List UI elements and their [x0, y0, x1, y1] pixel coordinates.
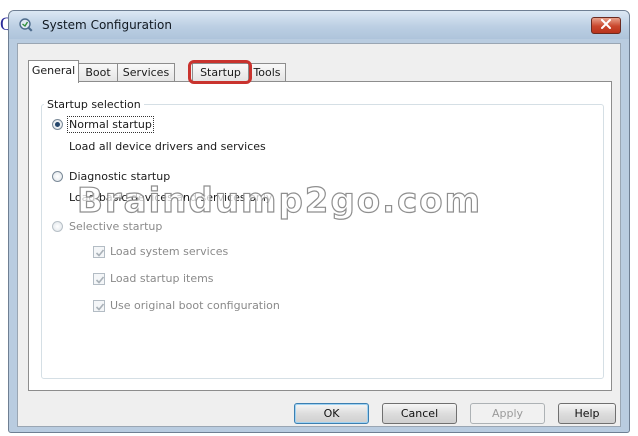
load-startup-items-label: Load startup items	[110, 272, 214, 285]
cancel-button[interactable]: Cancel	[382, 403, 457, 424]
checkbox[interactable]	[93, 299, 105, 312]
system-config-icon	[18, 17, 34, 33]
apply-button[interactable]: Apply	[470, 403, 545, 424]
checkbox[interactable]	[93, 245, 105, 258]
close-button[interactable]	[591, 17, 621, 34]
use-original-boot-config-label: Use original boot configuration	[110, 299, 280, 312]
radio-button[interactable]	[52, 171, 63, 182]
general-tab-panel: Startup selection Normal startup Load al…	[28, 81, 612, 391]
use-original-boot-config-checkbox[interactable]: Use original boot configuration	[93, 299, 280, 312]
system-configuration-window: System Configuration General Boot Servic…	[8, 10, 630, 433]
normal-startup-label: Normal startup	[67, 116, 154, 133]
load-system-services-label: Load system services	[110, 245, 229, 258]
radio-button[interactable]	[52, 221, 63, 232]
normal-startup-description: Load all device drivers and services	[69, 140, 266, 153]
selective-startup-label: Selective startup	[69, 220, 163, 233]
watermark: Braindump2go.com	[76, 180, 483, 221]
title-bar[interactable]: System Configuration	[9, 11, 629, 39]
ok-button[interactable]: OK	[294, 403, 369, 424]
startup-tab-highlight	[188, 60, 252, 84]
tab-general[interactable]: General	[28, 60, 79, 83]
selective-startup-radio[interactable]: Selective startup	[52, 220, 162, 233]
normal-startup-radio[interactable]: Normal startup	[52, 116, 154, 133]
checkbox[interactable]	[93, 272, 105, 285]
tab-tools[interactable]: Tools	[248, 63, 286, 82]
tab-boot[interactable]: Boot	[78, 63, 118, 82]
close-icon	[600, 19, 612, 32]
load-startup-items-checkbox[interactable]: Load startup items	[93, 272, 214, 285]
load-system-services-checkbox[interactable]: Load system services	[93, 245, 228, 258]
window-title: System Configuration	[42, 18, 172, 32]
group-label: Startup selection	[44, 98, 144, 111]
radio-button-selected[interactable]	[52, 119, 63, 130]
help-button[interactable]: Help	[558, 403, 616, 424]
tab-services[interactable]: Services	[117, 63, 175, 82]
dialog-client-area: General Boot Services Startup Tools Star…	[17, 43, 621, 427]
